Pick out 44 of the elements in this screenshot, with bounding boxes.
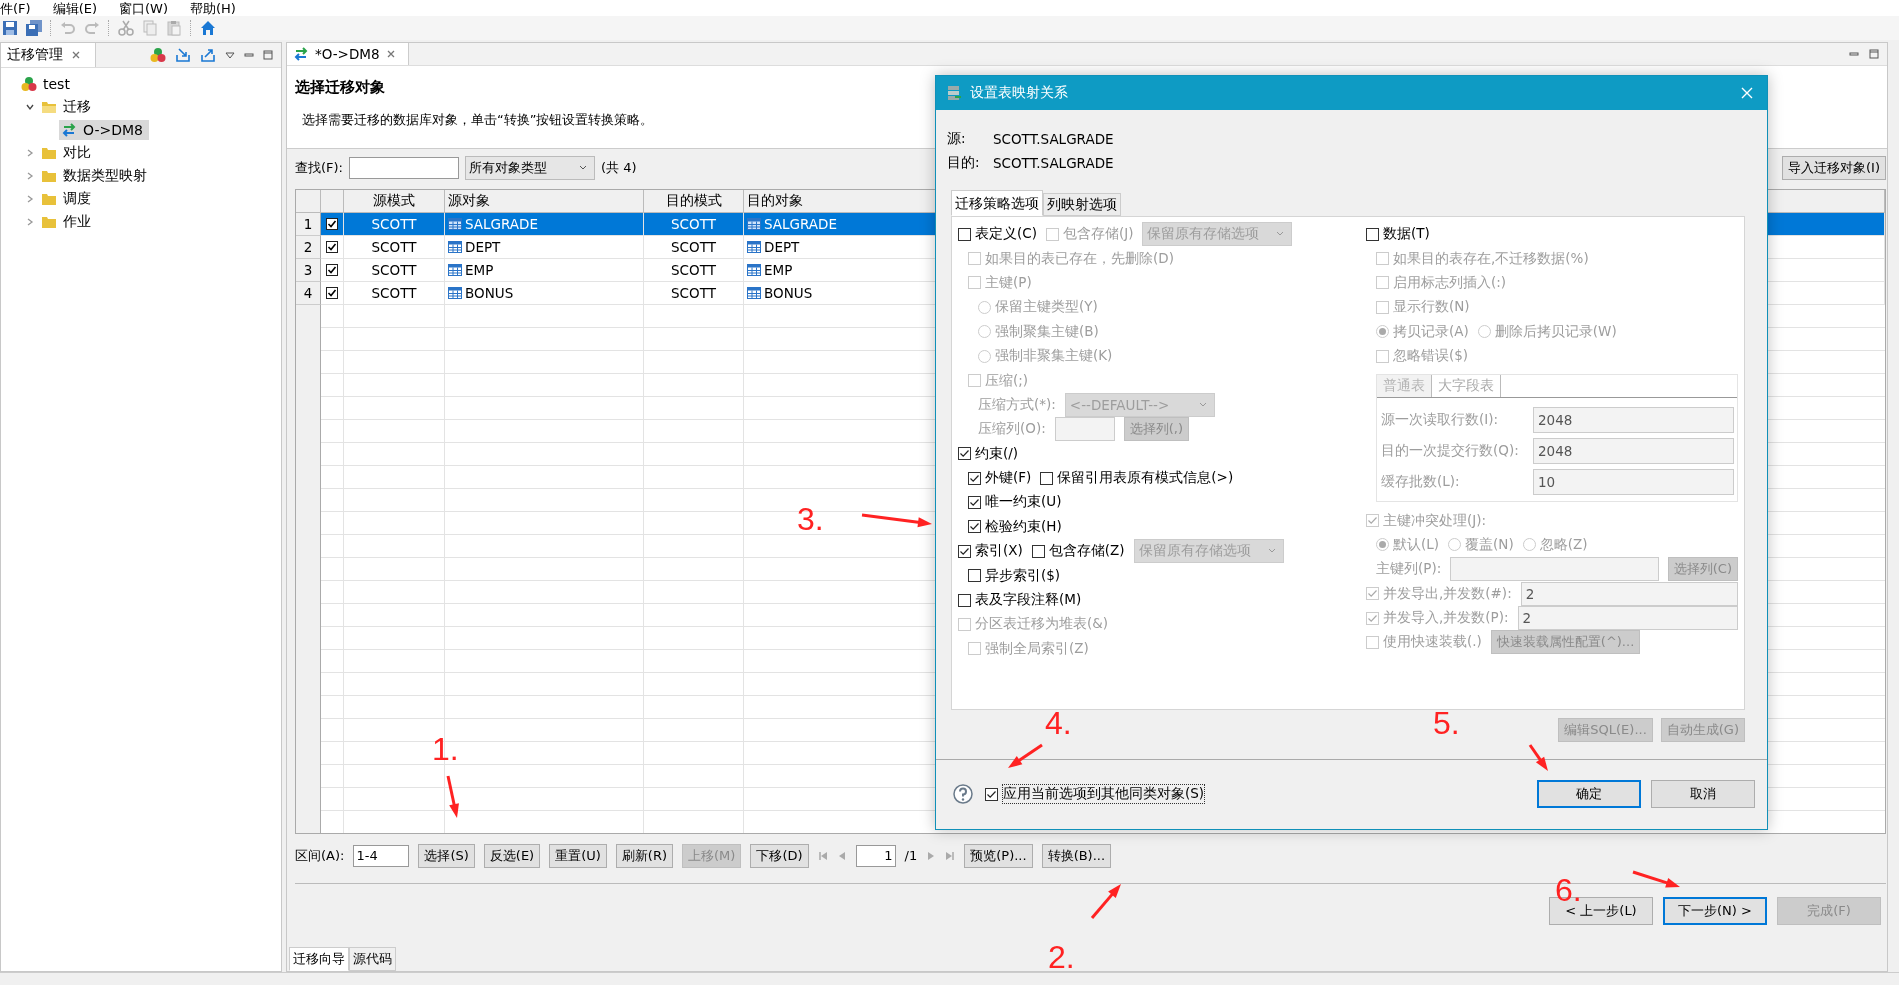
table-cell: SALGRADE bbox=[465, 216, 539, 232]
table-cell: DEPT bbox=[764, 239, 800, 255]
table-cell: SALGRADE bbox=[764, 216, 838, 232]
tab-title: *O->DM8 bbox=[315, 46, 380, 62]
annotation-number: 5. bbox=[1433, 706, 1460, 740]
field-label: 压缩方式(*): bbox=[978, 395, 1056, 414]
table-cell: DEPT bbox=[465, 239, 501, 255]
search-label: 查找(F): bbox=[295, 159, 343, 177]
source-label: 源: bbox=[947, 130, 967, 148]
range-label: 区间(A): bbox=[295, 846, 345, 865]
page-total: /1 bbox=[904, 848, 918, 863]
page-heading: 选择迁移对象 bbox=[295, 78, 385, 97]
object-count: (共 4) bbox=[601, 159, 637, 177]
annotation-number: 2. bbox=[1048, 940, 1075, 974]
field-label: 主键列(P): bbox=[1376, 560, 1442, 579]
source-value: SCOTT.SALGRADE bbox=[993, 131, 1114, 147]
field-label: 缓存批数(L): bbox=[1381, 472, 1461, 491]
annotation-number: 4. bbox=[1045, 706, 1072, 740]
row-number: 3 bbox=[303, 262, 313, 278]
table-cell: EMP bbox=[764, 262, 793, 278]
dialog-title: 设置表映射关系 bbox=[970, 84, 1068, 102]
annotation-number: 3. bbox=[797, 502, 824, 536]
table-cell: SCOTT bbox=[371, 216, 417, 232]
annotation-number: 1. bbox=[432, 732, 459, 766]
table-cell: SCOTT bbox=[371, 239, 417, 255]
page-description: 选择需要迁移的数据库对象，单击“转换”按钮设置转换策略。 bbox=[302, 111, 654, 129]
target-label: 目的: bbox=[947, 154, 981, 172]
target-value: SCOTT.SALGRADE bbox=[993, 155, 1114, 171]
table-cell: SCOTT bbox=[671, 262, 716, 278]
table-cell: EMP bbox=[465, 262, 494, 278]
table-cell: SCOTT bbox=[671, 285, 716, 301]
view-tab-title: 迁移管理 bbox=[7, 46, 63, 64]
row-number: 1 bbox=[303, 216, 313, 232]
field-label: 压缩列(O): bbox=[978, 420, 1046, 439]
field-label: 源一次读取行数(I): bbox=[1381, 410, 1500, 429]
table-cell: BONUS bbox=[764, 285, 813, 301]
table-cell: BONUS bbox=[465, 285, 514, 301]
table-cell: SCOTT bbox=[671, 216, 716, 232]
table-cell: SCOTT bbox=[671, 239, 716, 255]
row-number: 2 bbox=[303, 239, 313, 255]
table-cell: SCOTT bbox=[371, 285, 417, 301]
field-label: 目的一次提交行数(Q): bbox=[1381, 441, 1520, 460]
table-cell: SCOTT bbox=[371, 262, 417, 278]
row-number: 4 bbox=[303, 285, 313, 301]
